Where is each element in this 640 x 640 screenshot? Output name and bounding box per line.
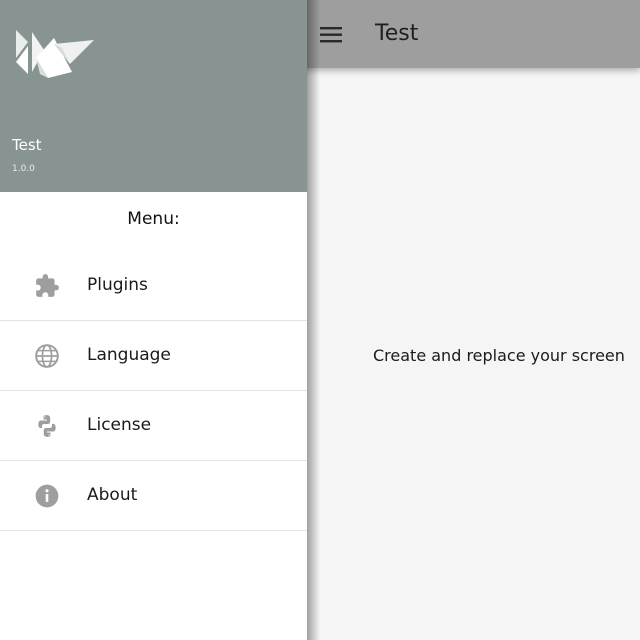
menu-item-plugins[interactable]: Plugins bbox=[0, 251, 307, 321]
drawer-header: Test 1.0.0 bbox=[0, 0, 307, 192]
puzzle-icon bbox=[34, 273, 60, 299]
placeholder-text: Create and replace your screen bbox=[373, 346, 625, 365]
info-icon bbox=[34, 483, 60, 509]
menu-item-about[interactable]: About bbox=[0, 461, 307, 531]
python-icon bbox=[34, 413, 60, 439]
app-version: 1.0.0 bbox=[12, 164, 35, 174]
toolbar-title: Test bbox=[375, 21, 419, 46]
navigation-drawer: Test 1.0.0 Menu: Plugins Language Licens… bbox=[0, 0, 307, 640]
app-name: Test bbox=[12, 136, 42, 154]
menu-item-label: About bbox=[87, 485, 138, 505]
menu-title: Menu: bbox=[127, 209, 180, 229]
app-window: Test Create and replace your screen Test… bbox=[0, 0, 640, 640]
menu-item-label: Language bbox=[87, 345, 171, 365]
hamburger-menu-icon[interactable] bbox=[320, 24, 342, 46]
drawer-shadow bbox=[307, 0, 320, 640]
globe-icon bbox=[34, 343, 60, 369]
menu-item-label: License bbox=[87, 415, 152, 435]
kivy-logo bbox=[14, 28, 96, 82]
menu-item-license[interactable]: License bbox=[0, 391, 307, 461]
menu-item-label: Plugins bbox=[87, 275, 148, 295]
menu-item-language[interactable]: Language bbox=[0, 321, 307, 391]
